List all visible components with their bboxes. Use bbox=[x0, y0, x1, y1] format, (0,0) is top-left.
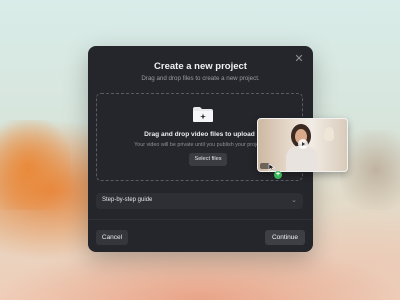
thumbnail-lamp bbox=[324, 127, 334, 141]
background-blur-right bbox=[340, 130, 400, 210]
cancel-button[interactable]: Cancel bbox=[96, 230, 128, 245]
modal-title: Create a new project bbox=[154, 61, 247, 72]
background-blur-left bbox=[0, 120, 70, 210]
play-icon bbox=[298, 139, 308, 149]
select-files-button[interactable]: Select files bbox=[189, 153, 227, 166]
folder-upload-icon bbox=[193, 107, 213, 122]
chevron-down-icon: ⌄ bbox=[291, 197, 297, 204]
continue-button[interactable]: Continue bbox=[265, 230, 305, 245]
add-file-badge: + bbox=[274, 171, 282, 179]
modal-subtitle: Drag and drop files to create a new proj… bbox=[141, 75, 260, 82]
guide-label: Step-by-step guide bbox=[102, 197, 153, 203]
footer-divider bbox=[88, 219, 313, 220]
thumbnail-person-body bbox=[286, 146, 318, 171]
cursor-icon bbox=[268, 163, 276, 171]
step-by-step-guide-dropdown[interactable]: Step-by-step guide ⌄ bbox=[96, 193, 303, 209]
